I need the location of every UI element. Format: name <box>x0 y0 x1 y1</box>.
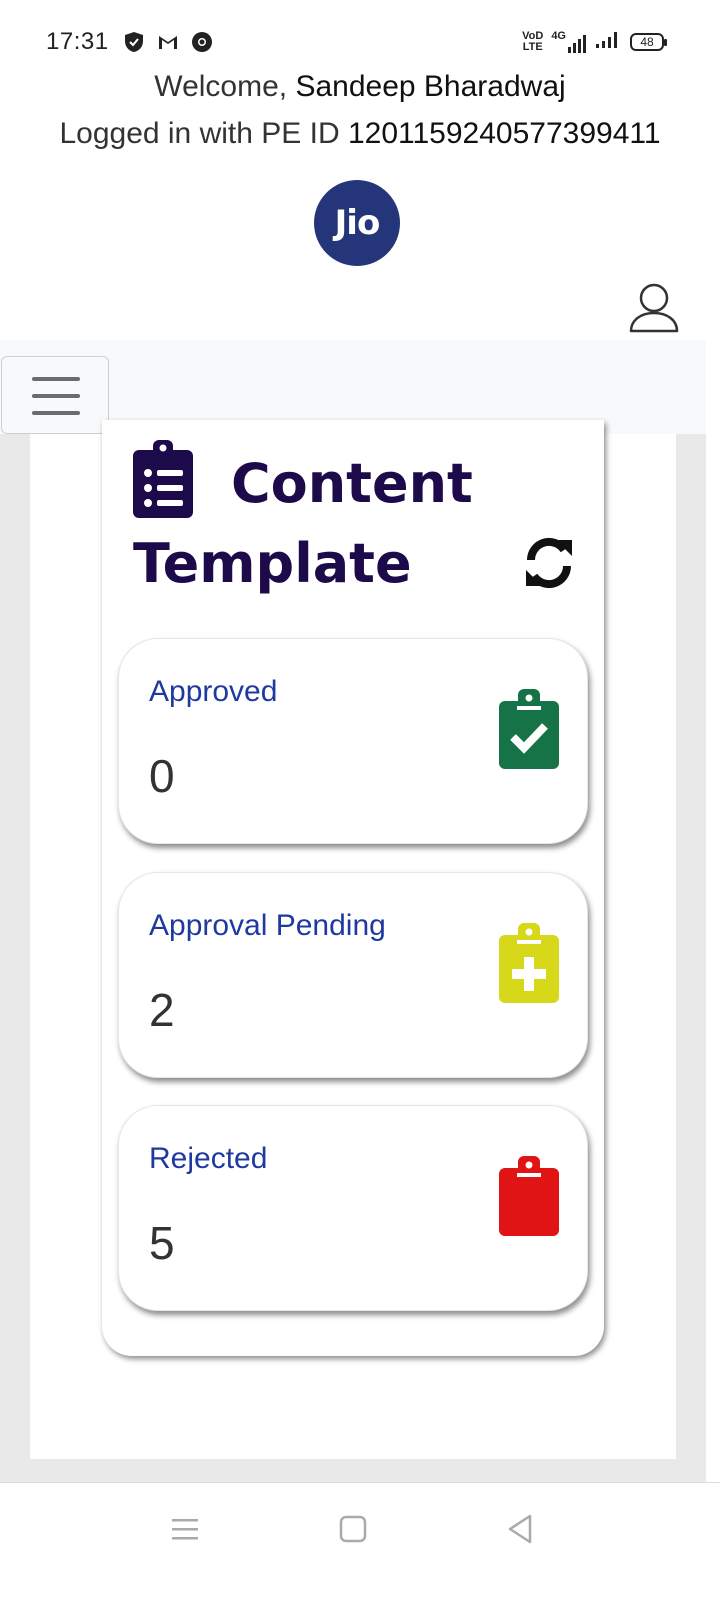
home-button[interactable] <box>333 1509 373 1549</box>
hamburger-icon-line <box>32 394 80 398</box>
status-bar: 17:31 VoD LTE 4G 48 <box>0 0 720 80</box>
lte-label: LTE <box>522 40 543 53</box>
rejected-label: Rejected <box>149 1142 268 1175</box>
approved-card[interactable]: Approved 0 <box>118 638 588 844</box>
battery-indicator: 48 <box>630 32 667 51</box>
hamburger-icon-line <box>32 411 80 415</box>
approved-label: Approved <box>149 675 278 708</box>
back-button[interactable] <box>500 1509 540 1549</box>
welcome-prefix: Welcome, <box>154 70 288 103</box>
recent-apps-button[interactable] <box>166 1509 206 1549</box>
signal-4g-icon: 4G <box>551 29 588 53</box>
jio-logo: Jio <box>314 180 400 266</box>
menu-icon <box>172 1519 198 1540</box>
user-profile-icon[interactable] <box>628 282 680 334</box>
chrome-icon <box>190 30 214 54</box>
refresh-icon[interactable] <box>522 536 576 590</box>
pe-id: 1201159240577399411 <box>347 117 661 150</box>
volte-label: VoD <box>522 29 544 42</box>
clipboard-icon <box>499 1156 559 1236</box>
network-type-label: 4G <box>551 29 566 42</box>
system-status-icons: VoD LTE 4G 48 <box>522 29 667 53</box>
hamburger-icon <box>32 377 80 381</box>
user-name: Sandeep Bharadwaj <box>295 70 566 103</box>
notification-icons <box>122 30 214 54</box>
page-title-line1: Content <box>231 452 473 515</box>
clipboard-list-icon <box>133 440 193 518</box>
approval-pending-count: 2 <box>149 984 175 1036</box>
rejected-card[interactable]: Rejected 5 <box>118 1105 588 1311</box>
clipboard-check-icon <box>499 689 559 769</box>
welcome-line: Welcome, Sandeep Bharadwaj <box>0 70 720 104</box>
page-title-line2: Template <box>133 532 412 595</box>
system-navigation-bar <box>0 1482 720 1600</box>
status-time: 17:31 <box>46 28 109 55</box>
shield-icon <box>122 30 146 54</box>
pe-id-prefix: Logged in with PE ID <box>59 117 340 150</box>
rejected-count: 5 <box>149 1217 175 1269</box>
approval-pending-card[interactable]: Approval Pending 2 <box>118 872 588 1078</box>
home-icon <box>339 1515 367 1543</box>
hamburger-menu-button[interactable] <box>1 356 109 434</box>
back-icon <box>508 1514 532 1544</box>
approved-count: 0 <box>149 750 175 802</box>
approval-pending-label: Approval Pending <box>149 909 386 942</box>
gmail-icon <box>156 30 180 54</box>
clipboard-plus-icon <box>499 923 559 1003</box>
signal-icon <box>596 30 622 53</box>
pe-id-line: Logged in with PE ID 1201159240577399411 <box>0 117 720 151</box>
volte-indicator: VoD LTE <box>522 29 544 53</box>
